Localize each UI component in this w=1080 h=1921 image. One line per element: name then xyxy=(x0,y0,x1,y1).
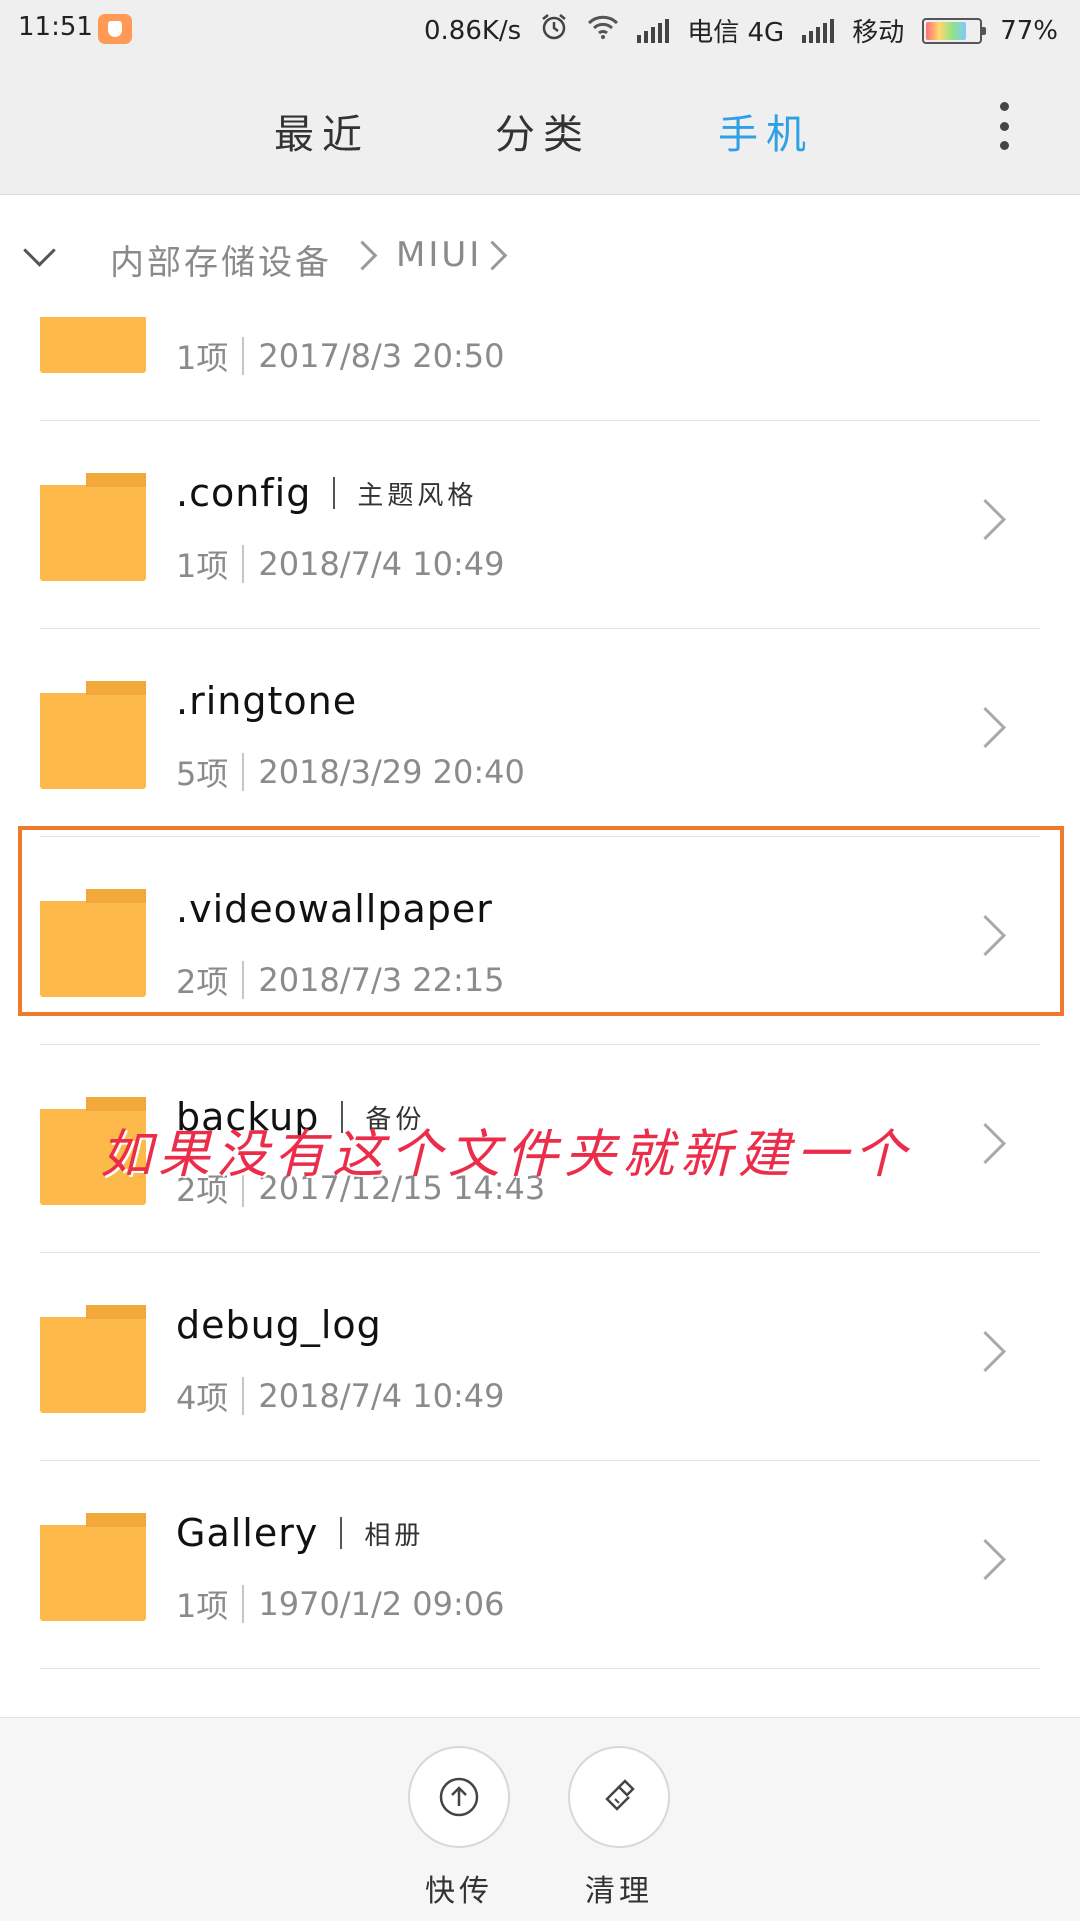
carrier-2: 移动 xyxy=(852,18,905,48)
folder-alias: 主题风格 xyxy=(357,480,478,511)
alarm-icon xyxy=(539,12,569,49)
folder-name: debug_log xyxy=(176,1303,382,1347)
list-item[interactable]: .ringtone 5项 2018/3/29 20:40 xyxy=(0,629,1080,837)
tab-bar: 最近 分类 手机 xyxy=(0,58,1080,195)
folder-icon xyxy=(40,681,146,789)
folder-icon xyxy=(40,317,146,373)
list-item[interactable]: .config 主题风格 1项 2018/7/4 10:49 xyxy=(0,421,1080,629)
modified-date: 1970/1/2 09:06 xyxy=(258,1585,505,1623)
highlight-box xyxy=(18,826,1064,1016)
breadcrumb-item-internal-storage[interactable]: 内部存储设备 xyxy=(110,235,332,284)
folder-icon xyxy=(40,473,146,581)
wifi-icon xyxy=(587,14,619,47)
network-speed: 0.86K/s xyxy=(423,15,522,46)
clean-button[interactable] xyxy=(568,1746,670,1848)
folder-meta: 1项 2017/8/3 20:50 xyxy=(176,333,504,379)
modified-date: 2018/7/4 10:49 xyxy=(258,545,505,583)
quick-transfer-label: 快传 xyxy=(425,1874,493,1909)
broom-icon xyxy=(605,1779,635,1811)
folder-icon xyxy=(40,1305,146,1413)
battery-percent: 77% xyxy=(1000,15,1058,46)
annotation-text: 如果没有这个文件夹就新建一个 xyxy=(100,1125,913,1185)
folder-meta: 5项 2018/3/29 20:40 xyxy=(176,749,525,795)
chevron-right-icon xyxy=(964,1122,1007,1165)
folder-icon xyxy=(40,1513,146,1621)
upload-circle-icon xyxy=(439,1777,479,1817)
folder-meta: 4项 2018/7/4 10:49 xyxy=(176,1373,504,1419)
item-count: 4项 xyxy=(176,1379,229,1417)
more-options-icon[interactable] xyxy=(1000,102,1010,150)
item-count: 1项 xyxy=(176,339,229,377)
chevron-right-icon xyxy=(964,706,1007,749)
folder-meta: 1项 2018/7/4 10:49 xyxy=(176,541,504,587)
folder-meta: 1项 1970/1/2 09:06 xyxy=(176,1581,504,1627)
chevron-right-icon xyxy=(964,1538,1007,1581)
list-item[interactable]: Gallery 相册 1项 1970/1/2 09:06 xyxy=(0,1461,1080,1669)
list-item[interactable]: 1项 2017/8/3 20:50 xyxy=(0,317,1080,421)
tab-category[interactable]: 分类 xyxy=(495,102,591,160)
chevron-right-icon xyxy=(964,1330,1007,1373)
folder-list: 1项 2017/8/3 20:50 .config 主题风格 1项 2018/7/4 … xyxy=(0,317,1080,1717)
folder-alias: 相册 xyxy=(364,1520,425,1551)
tab-recent[interactable]: 最近 xyxy=(274,102,370,160)
quick-transfer-button[interactable] xyxy=(408,1746,510,1848)
signal-icon-2 xyxy=(802,18,835,43)
carrier-1: 电信 4G xyxy=(687,18,785,48)
status-bar: 11:51 0.86K/s 电信 4G 移动 77% xyxy=(0,0,1080,58)
item-count: 1项 xyxy=(176,547,229,585)
status-indicators: 0.86K/s 电信 4G 移动 77% xyxy=(424,12,1058,49)
security-app-icon xyxy=(98,14,132,44)
chevron-down-icon[interactable] xyxy=(23,234,56,267)
list-item[interactable]: debug_log 4项 2018/7/4 10:49 xyxy=(0,1253,1080,1461)
item-count: 1项 xyxy=(176,1587,229,1625)
breadcrumb-item-miui[interactable]: MIUI xyxy=(396,235,482,275)
modified-date: 2018/3/29 20:40 xyxy=(258,753,525,791)
chevron-right-icon xyxy=(964,498,1007,541)
bottom-action-bar: 快传 清理 xyxy=(0,1717,1080,1921)
tab-phone[interactable]: 手机 xyxy=(718,102,814,160)
folder-name: Gallery xyxy=(176,1511,319,1555)
chevron-right-icon xyxy=(347,240,378,271)
breadcrumb: 内部存储设备 MIUI xyxy=(0,195,1080,317)
item-count: 5项 xyxy=(176,755,229,793)
signal-icon-1 xyxy=(637,18,670,43)
list-item[interactable]: ringtone铃声 xyxy=(0,1669,1080,1717)
folder-name: .ringtone xyxy=(176,679,358,723)
modified-date: 2018/7/4 10:49 xyxy=(258,1377,505,1415)
battery-icon xyxy=(922,17,987,44)
clean-label: 清理 xyxy=(585,1874,653,1909)
status-time: 11:51 xyxy=(18,12,93,42)
folder-name: .config xyxy=(176,471,312,515)
modified-date: 2017/8/3 20:50 xyxy=(258,337,505,375)
